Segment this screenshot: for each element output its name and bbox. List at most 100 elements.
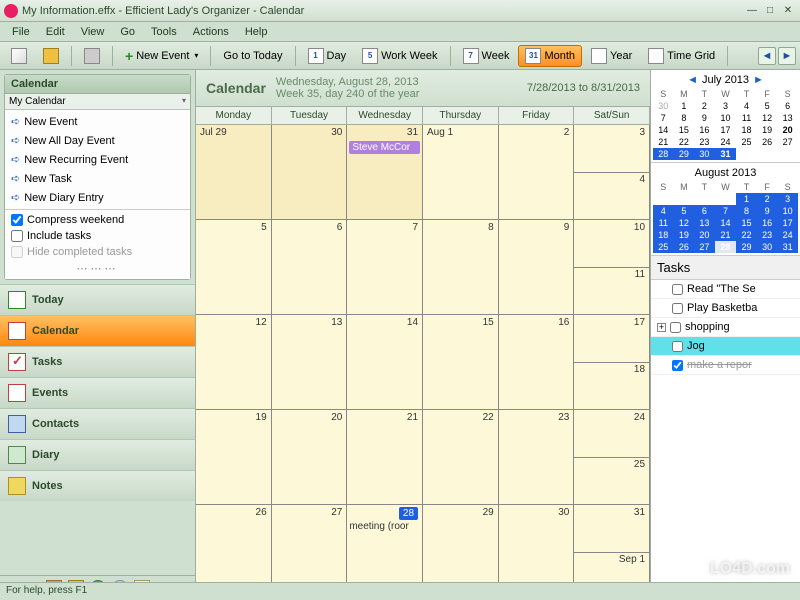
mini-cal-day[interactable]: 6 — [777, 100, 798, 112]
menu-go[interactable]: Go — [112, 24, 143, 40]
view-timegrid-button[interactable]: Time Grid — [641, 45, 722, 67]
nav-today[interactable]: Today — [0, 284, 195, 315]
prev-button[interactable]: ◄ — [758, 47, 776, 65]
new-event-button[interactable]: +New Event▾ — [118, 45, 205, 67]
mini-cal-day[interactable]: 26 — [757, 136, 778, 148]
mini-cal-day[interactable]: 13 — [777, 112, 798, 124]
mini-cal-day[interactable] — [715, 193, 737, 205]
mini-cal-day[interactable]: 3 — [777, 193, 798, 205]
event-text[interactable]: meeting (roor — [349, 521, 420, 532]
mini-cal-day[interactable]: 21 — [653, 136, 674, 148]
minimize-button[interactable]: — — [744, 4, 760, 18]
calendar-cell[interactable]: Aug 1 — [423, 125, 499, 219]
mini-cal-day[interactable] — [736, 148, 757, 160]
compress-weekend-checkbox[interactable]: Compress weekend — [7, 212, 188, 228]
mini-cal-day[interactable]: 23 — [694, 136, 715, 148]
mini-cal-day[interactable]: 19 — [674, 229, 695, 241]
mini-cal-day[interactable]: 10 — [777, 205, 798, 217]
mini-cal-day[interactable]: 4 — [736, 100, 757, 112]
mini-cal-day[interactable]: 10 — [715, 112, 737, 124]
mini-cal-day[interactable]: 26 — [674, 241, 695, 253]
include-tasks-input[interactable] — [11, 230, 23, 242]
mini-cal-day[interactable]: 23 — [757, 229, 778, 241]
event-chip[interactable]: Steve McCor — [349, 141, 420, 154]
mini-cal-day[interactable]: 4 — [653, 205, 674, 217]
mini-cal-day[interactable]: 15 — [674, 124, 695, 136]
mini-cal-day[interactable]: 8 — [674, 112, 695, 124]
compress-weekend-input[interactable] — [11, 214, 23, 226]
calendar-cell[interactable]: 1718 — [574, 315, 650, 409]
mini-cal-day[interactable]: 30 — [653, 100, 674, 112]
mini-cal-day[interactable]: 29 — [736, 241, 757, 253]
mini-cal-day[interactable]: 13 — [694, 217, 715, 229]
menu-tools[interactable]: Tools — [143, 24, 185, 40]
task-item[interactable]: +shopping — [651, 318, 800, 337]
mini-cal-day[interactable]: 6 — [694, 205, 715, 217]
go-to-today-button[interactable]: Go to Today — [216, 47, 289, 65]
mini-cal-day[interactable]: 11 — [653, 217, 674, 229]
maximize-button[interactable]: □ — [762, 4, 778, 18]
nav-tasks[interactable]: Tasks — [0, 346, 195, 377]
mini-cal-day[interactable]: 28 — [715, 241, 737, 253]
mini-cal-day[interactable]: 12 — [757, 112, 778, 124]
mini-cal-day[interactable]: 1 — [736, 193, 757, 205]
mini-cal-day[interactable]: 25 — [653, 241, 674, 253]
view-week-button[interactable]: 7Week — [456, 45, 517, 67]
nav-calendar[interactable]: Calendar — [0, 315, 195, 346]
mini-cal-day[interactable]: 9 — [757, 205, 778, 217]
mini-cal-day[interactable]: 27 — [694, 241, 715, 253]
mini-cal-day[interactable]: 31 — [715, 148, 737, 160]
nav-events[interactable]: Events — [0, 377, 195, 408]
task-checkbox[interactable] — [672, 303, 683, 314]
calendar-cell[interactable]: 20 — [272, 410, 348, 504]
mini-cal-day[interactable]: 22 — [674, 136, 695, 148]
next-button[interactable]: ► — [778, 47, 796, 65]
calendar-cell[interactable]: 15 — [423, 315, 499, 409]
menu-file[interactable]: File — [4, 24, 38, 40]
mini-cal-day[interactable]: 14 — [715, 217, 737, 229]
mini-cal-day[interactable]: 31 — [777, 241, 798, 253]
task-checkbox[interactable] — [670, 322, 681, 333]
more-dots[interactable]: ⋯⋯⋯ — [7, 260, 188, 277]
mini-cal-day[interactable]: 15 — [736, 217, 757, 229]
mini-cal-day[interactable]: 17 — [715, 124, 737, 136]
mini-cal-day[interactable] — [694, 193, 715, 205]
mini-cal-day[interactable]: 27 — [777, 136, 798, 148]
open-button[interactable] — [36, 45, 66, 67]
mini-cal-day[interactable] — [757, 148, 778, 160]
menu-actions[interactable]: Actions — [185, 24, 237, 40]
calendar-cell[interactable]: 9 — [499, 220, 575, 314]
mini-cal-day[interactable]: 17 — [777, 217, 798, 229]
calendar-cell[interactable]: 13 — [272, 315, 348, 409]
mini-cal-day[interactable]: 2 — [757, 193, 778, 205]
print-button[interactable] — [77, 45, 107, 67]
next-month-button[interactable]: ► — [753, 74, 764, 86]
mini-cal-day[interactable]: 30 — [757, 241, 778, 253]
task-checkbox[interactable] — [672, 284, 683, 295]
mini-cal-day[interactable]: 21 — [715, 229, 737, 241]
mini-cal-day[interactable]: 5 — [674, 205, 695, 217]
view-year-button[interactable]: Year — [584, 45, 639, 67]
new-file-button[interactable] — [4, 45, 34, 67]
mini-cal-day[interactable]: 14 — [653, 124, 674, 136]
mini-cal-day[interactable]: 20 — [694, 229, 715, 241]
task-item[interactable]: Play Basketba — [651, 299, 800, 318]
mini-cal-day[interactable]: 16 — [694, 124, 715, 136]
my-calendar-header[interactable]: My Calendar — [5, 94, 190, 110]
task-item[interactable]: Read "The Se — [651, 280, 800, 299]
calendar-cell[interactable]: 31Steve McCor — [347, 125, 423, 219]
task-item[interactable]: Jog — [651, 337, 800, 356]
expand-icon[interactable]: + — [657, 323, 666, 332]
calendar-cell[interactable]: 7 — [347, 220, 423, 314]
mini-cal-day[interactable]: 25 — [736, 136, 757, 148]
calendar-cell[interactable]: Jul 29 — [196, 125, 272, 219]
calendar-cell[interactable]: 6 — [272, 220, 348, 314]
calendar-cell[interactable]: 8 — [423, 220, 499, 314]
calendar-cell[interactable]: 19 — [196, 410, 272, 504]
mini-cal-day[interactable]: 9 — [694, 112, 715, 124]
mini-cal-day[interactable]: 20 — [777, 124, 798, 136]
quick-new-event[interactable]: ➪New Event — [7, 112, 188, 131]
calendar-cell[interactable]: 16 — [499, 315, 575, 409]
quick-new-task[interactable]: ➪New Task — [7, 169, 188, 188]
mini-cal-day[interactable] — [674, 193, 695, 205]
